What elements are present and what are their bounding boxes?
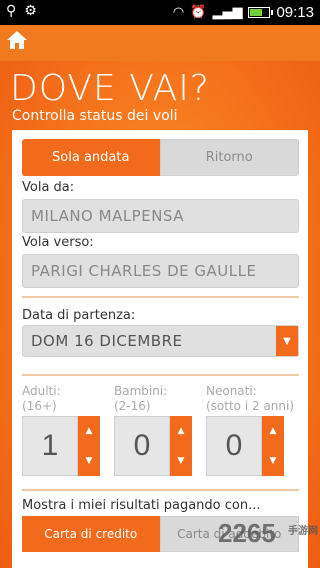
home-icon[interactable]: [6, 29, 32, 55]
adults-label-sub: (16+): [22, 399, 57, 413]
page-subtitle: Controlla status dei voli: [12, 108, 178, 124]
children-count[interactable]: 0: [114, 416, 170, 476]
infants-stepper: 0 ▲ ▼: [206, 416, 284, 476]
page-title: DOVE VAI?: [10, 68, 210, 109]
credit-card-button[interactable]: Carta di credito: [22, 516, 160, 552]
decrement-icon[interactable]: ▼: [86, 456, 93, 466]
watermark-text: 2265: [218, 518, 276, 548]
origin-label: Vola da:: [22, 180, 75, 195]
origin-field[interactable]: MILANO MALPENSA: [22, 199, 299, 233]
children-stepper-buttons: ▲ ▼: [170, 416, 192, 476]
return-button[interactable]: Ritorno: [159, 139, 299, 176]
adults-label-text: Adulti:: [22, 384, 61, 398]
children-label: Bambini: (2-16): [114, 384, 167, 414]
alarm-icon: ⏰: [190, 5, 207, 20]
increment-icon[interactable]: ▲: [270, 426, 277, 436]
divider: [22, 489, 299, 491]
status-bar: ⚲ ⚙ ◠ ⏰ ▂▄▆ 09:13: [0, 0, 320, 25]
children-stepper: 0 ▲ ▼: [114, 416, 192, 476]
adults-label: Adulti: (16+): [22, 384, 61, 414]
adults-count[interactable]: 1: [22, 416, 78, 476]
divider: [22, 296, 299, 298]
children-label-text: Bambini:: [114, 384, 168, 398]
search-form: Sola andata Ritorno Vola da: MILANO MALP…: [12, 130, 308, 568]
android-debug-icon: ⚙: [24, 3, 37, 19]
payment-label: Mostra i miei risultati pagando con...: [22, 498, 261, 513]
increment-icon[interactable]: ▲: [86, 426, 93, 436]
watermark-sub: 手游网: [288, 526, 318, 537]
destination-label: Vola verso:: [22, 235, 94, 250]
watermark-logo: 2265 手游网: [218, 518, 318, 562]
infants-label-sub: (sotto i 2 anni): [206, 399, 295, 413]
chevron-down-icon[interactable]: ▼: [276, 326, 298, 356]
infants-stepper-buttons: ▲ ▼: [262, 416, 284, 476]
clock: 09:13: [276, 4, 314, 21]
infants-label: Neonati: (sotto i 2 anni): [206, 384, 294, 414]
infants-label-text: Neonati:: [206, 384, 257, 398]
departure-date-select[interactable]: DOM 16 DICEMBRE ▼: [22, 325, 299, 357]
departure-label: Data di partenza:: [22, 308, 136, 323]
destination-field[interactable]: PARIGI CHARLES DE GAULLE: [22, 254, 299, 288]
decrement-icon[interactable]: ▼: [270, 456, 277, 466]
departure-date-value: DOM 16 DICEMBRE: [31, 332, 183, 350]
decrement-icon[interactable]: ▼: [178, 456, 185, 466]
children-label-sub: (2-16): [114, 399, 151, 413]
adults-stepper-buttons: ▲ ▼: [78, 416, 100, 476]
increment-icon[interactable]: ▲: [178, 426, 185, 436]
battery-icon: [248, 7, 274, 18]
trip-type-toggle: Sola andata Ritorno: [22, 139, 299, 176]
one-way-button[interactable]: Sola andata: [22, 139, 160, 176]
app-header: [0, 25, 320, 61]
adults-stepper: 1 ▲ ▼: [22, 416, 100, 476]
signal-icon: ▂▄▆: [212, 5, 243, 20]
usb-icon: ⚲: [6, 3, 17, 19]
wifi-icon: ◠: [172, 5, 185, 20]
divider: [22, 374, 299, 376]
infants-count[interactable]: 0: [206, 416, 262, 476]
